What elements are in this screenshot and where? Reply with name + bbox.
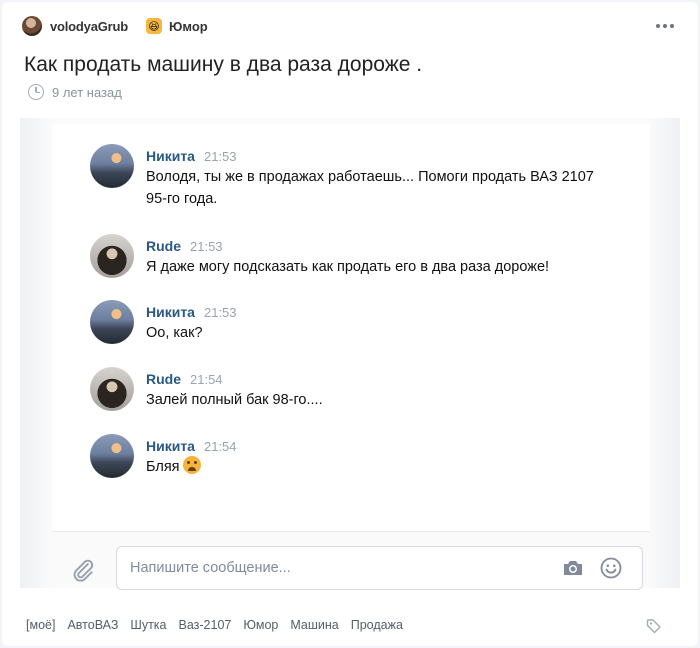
- tag[interactable]: АвтоВАЗ: [67, 618, 118, 632]
- avatar: [90, 234, 134, 278]
- author-name[interactable]: volodyaGrub: [50, 19, 128, 34]
- message-text: Залей полный бак 98-го....: [146, 392, 323, 408]
- chat-message: Никита 21:53 Оо, как?: [90, 300, 630, 350]
- tag[interactable]: Юмор: [243, 618, 278, 632]
- tired-face-emoji-icon: [182, 456, 201, 474]
- tag-list: [моё] АвтоВАЗ Шутка Ваз-2107 Юмор Машина…: [26, 618, 403, 632]
- avatar: [90, 434, 134, 478]
- message-time: 21:54: [190, 372, 223, 387]
- smile-icon[interactable]: [600, 557, 622, 579]
- post-time-label: 9 лет назад: [52, 84, 122, 100]
- post-title[interactable]: Как продать машину в два раза дороже .: [24, 53, 422, 77]
- divider: [52, 531, 650, 532]
- tag[interactable]: Машина: [290, 618, 338, 632]
- tag[interactable]: Ваз-2107: [179, 618, 232, 632]
- message-text: Бляя: [146, 459, 180, 475]
- message-input[interactable]: Напишите сообщение...: [116, 546, 643, 590]
- post-time: 9 лет назад: [28, 84, 122, 100]
- message-text-wrap: Бляя: [146, 456, 616, 478]
- sender-name: Rude: [146, 238, 181, 254]
- avatar: [90, 300, 134, 344]
- sender-name: Никита: [146, 148, 195, 164]
- paperclip-icon[interactable]: [70, 557, 96, 583]
- tag[interactable]: Продажа: [351, 618, 403, 632]
- chat-message: Никита 21:54 Бляя: [90, 434, 630, 484]
- message-text: Я даже могу подсказать как продать его в…: [146, 259, 550, 275]
- sender-name: Rude: [146, 371, 181, 387]
- post-header: volodyaGrub 😆 Юмор: [22, 14, 208, 38]
- chat-message: Никита 21:53 Володя, ты же в продажах ра…: [90, 144, 630, 214]
- chat-message: Rude 21:53 Я даже могу подсказать как пр…: [90, 234, 630, 284]
- message-time: 21:53: [203, 149, 237, 164]
- tag[interactable]: [моё]: [26, 618, 55, 632]
- chat-message: Rude 21:54 Залей полный бак 98-го....: [90, 367, 630, 417]
- chat-screenshot: Никита 21:53 Володя, ты же в продажах ра…: [52, 124, 650, 531]
- category-link[interactable]: 😆 Юмор: [145, 18, 208, 34]
- tag[interactable]: Шутка: [130, 618, 166, 632]
- sender-name: Никита: [146, 438, 195, 454]
- message-text: Оо, как?: [146, 325, 203, 341]
- laughing-emoji-icon: 😆: [145, 18, 162, 34]
- message-time: 21:53: [190, 239, 223, 254]
- author-avatar[interactable]: [22, 16, 42, 36]
- message-time: 21:53: [203, 305, 237, 320]
- camera-icon[interactable]: [562, 559, 584, 577]
- avatar: [90, 144, 134, 188]
- message-text: Володя, ты же в продажах работаешь... По…: [146, 169, 594, 207]
- category-label: Юмор: [168, 18, 208, 34]
- more-options-icon[interactable]: [656, 24, 674, 28]
- message-time: 21:54: [203, 439, 237, 454]
- tag-icon[interactable]: [646, 618, 662, 634]
- clock-icon: [28, 84, 44, 100]
- message-input-placeholder: Напишите сообщение...: [130, 560, 291, 576]
- avatar: [90, 367, 134, 411]
- sender-name: Никита: [146, 304, 195, 320]
